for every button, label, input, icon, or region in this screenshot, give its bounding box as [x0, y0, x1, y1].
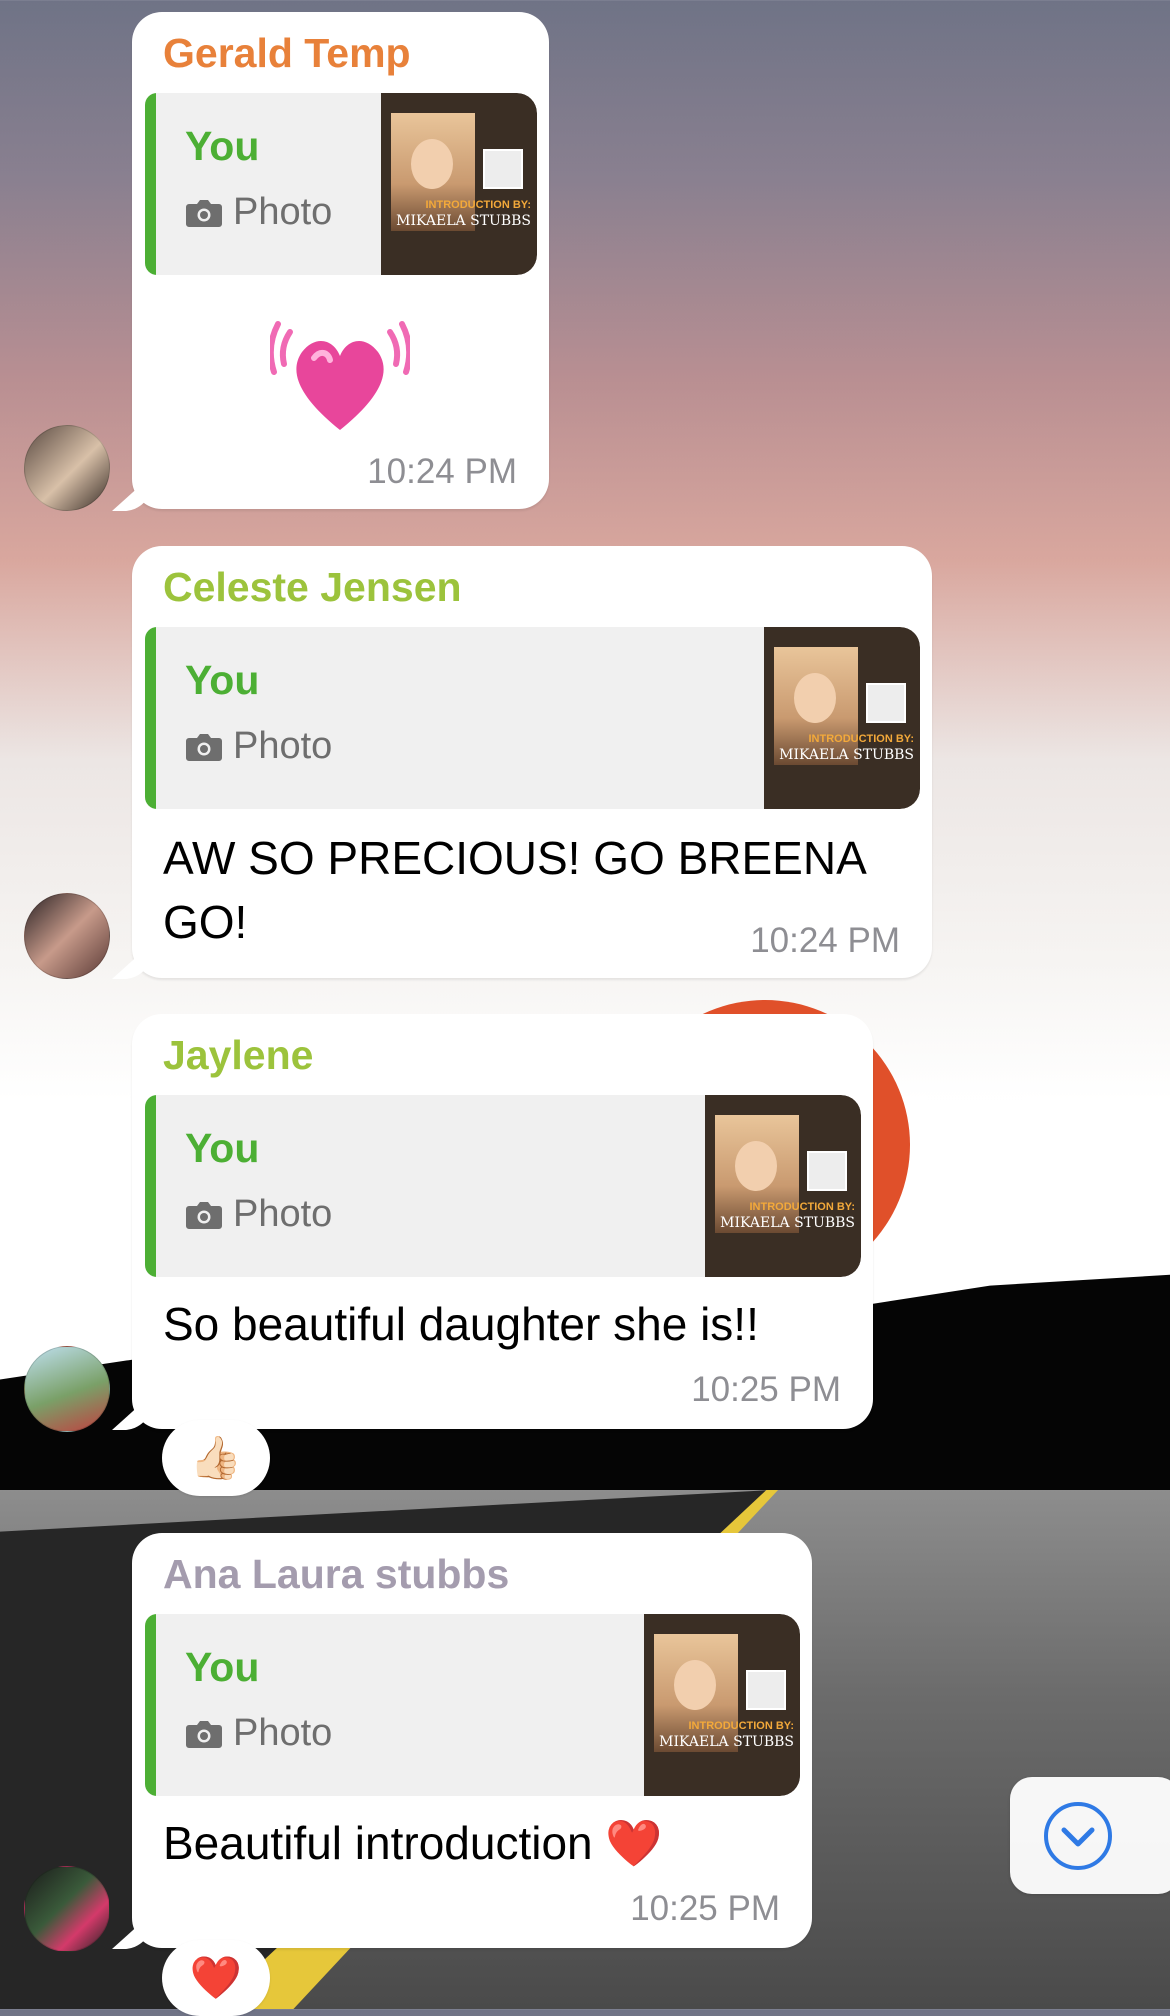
avatar[interactable]	[24, 1866, 110, 1952]
reply-thumbnail: INTRODUCTION BY: MIKAELA STUBBS	[381, 93, 537, 275]
message-time: 10:25 PM	[630, 1889, 780, 1928]
thumbnail-caption: INTRODUCTION BY:	[808, 733, 914, 745]
thumbnail-inset	[483, 149, 523, 189]
reply-thumbnail: INTRODUCTION BY: MIKAELA STUBBS	[764, 627, 920, 809]
reply-type: Photo	[185, 725, 332, 768]
reply-type-label: Photo	[233, 1712, 333, 1754]
reply-accent-bar	[145, 93, 156, 275]
reply-type-label: Photo	[233, 191, 333, 233]
thumbnail-caption-name: MIKAELA STUBBS	[720, 1215, 855, 1231]
message-bubble[interactable]: Gerald Temp You Photo INTRODUCTION BY: M…	[132, 12, 549, 509]
reaction-badge[interactable]: 👍🏻	[162, 1420, 270, 1496]
avatar[interactable]	[24, 1346, 110, 1432]
reply-type-label: Photo	[233, 725, 333, 767]
reply-thumbnail: INTRODUCTION BY: MIKAELA STUBBS	[705, 1095, 861, 1277]
heart-icon: ❤️	[189, 1953, 243, 2001]
reply-preview[interactable]: You Photo INTRODUCTION BY: MIKAELA STUBB…	[145, 1614, 800, 1796]
sender-name[interactable]: Gerald Temp	[163, 30, 411, 77]
reply-accent-bar	[145, 627, 156, 809]
chevron-down-circle-icon	[1044, 1801, 1112, 1870]
reply-author: You	[185, 657, 260, 703]
avatar[interactable]	[24, 425, 110, 511]
thumbnail-inset	[866, 683, 906, 723]
reply-type: Photo	[185, 1193, 332, 1236]
thumbnail-caption-name: MIKAELA STUBBS	[396, 213, 531, 229]
reply-accent-bar	[145, 1095, 156, 1277]
thumbs-up-icon: 👍🏻	[189, 1433, 243, 1481]
message-time: 10:24 PM	[750, 921, 900, 960]
thumbnail-caption: INTRODUCTION BY:	[749, 1201, 855, 1213]
reply-thumbnail: INTRODUCTION BY: MIKAELA STUBBS	[644, 1614, 800, 1796]
reply-author: You	[185, 1125, 260, 1171]
reply-author: You	[185, 1644, 260, 1690]
thumbnail-caption-name: MIKAELA STUBBS	[779, 747, 914, 763]
reply-author: You	[185, 123, 260, 169]
thumbnail-inset	[746, 1670, 786, 1710]
reply-type: Photo	[185, 1712, 332, 1755]
reply-preview[interactable]: You Photo INTRODUCTION BY: MIKAELA STUBB…	[145, 627, 920, 809]
reply-type: Photo	[185, 191, 332, 234]
avatar[interactable]	[24, 893, 110, 979]
sender-name[interactable]: Ana Laura stubbs	[163, 1551, 509, 1598]
camera-icon	[186, 1201, 222, 1229]
pink-heart-sticker[interactable]	[270, 302, 410, 442]
scroll-to-bottom-button[interactable]	[1010, 1777, 1170, 1894]
camera-icon	[186, 199, 222, 227]
message-time: 10:24 PM	[367, 452, 517, 491]
message-text-line: AW SO PRECIOUS! GO BREENA	[163, 832, 867, 884]
reply-preview[interactable]: You Photo INTRODUCTION BY: MIKAELA STUBB…	[145, 1095, 861, 1277]
message-time: 10:25 PM	[691, 1370, 841, 1409]
camera-icon	[186, 1720, 222, 1748]
message-bubble[interactable]: Ana Laura stubbs You Photo INTRODUCTION …	[132, 1533, 812, 1948]
reply-preview[interactable]: You Photo INTRODUCTION BY: MIKAELA STUBB…	[145, 93, 537, 275]
sender-name[interactable]: Celeste Jensen	[163, 564, 462, 611]
message-bubble[interactable]: Celeste Jensen You Photo INTRODUCTION BY…	[132, 546, 932, 978]
thumbnail-caption: INTRODUCTION BY:	[425, 199, 531, 211]
reply-type-label: Photo	[233, 1193, 333, 1235]
thumbnail-caption-name: MIKAELA STUBBS	[659, 1734, 794, 1750]
message-text[interactable]: Beautiful introduction ❤️	[163, 1811, 663, 1875]
thumbnail-caption: INTRODUCTION BY:	[688, 1720, 794, 1732]
message-text[interactable]: So beautiful daughter she is!!	[163, 1292, 759, 1356]
thumbnail-inset	[807, 1151, 847, 1191]
reaction-badge[interactable]: ❤️	[162, 1940, 270, 2016]
message-bubble[interactable]: Jaylene You Photo INTRODUCTION BY: MIKAE…	[132, 1014, 873, 1429]
sender-name[interactable]: Jaylene	[163, 1032, 313, 1079]
reply-accent-bar	[145, 1614, 156, 1796]
camera-icon	[186, 733, 222, 761]
